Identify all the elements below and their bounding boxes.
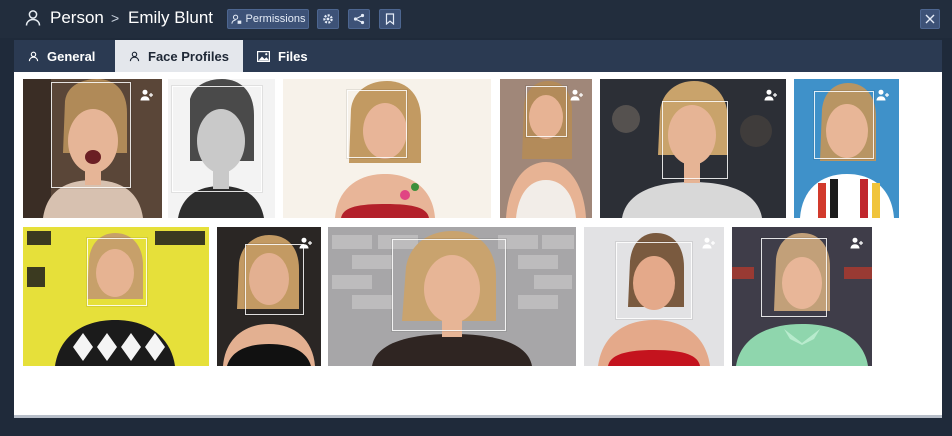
- tab-general[interactable]: General: [28, 40, 128, 72]
- share-button[interactable]: [348, 9, 370, 29]
- tab-files-label: Files: [278, 48, 308, 64]
- face-profile-user-icon[interactable]: [764, 89, 778, 101]
- bookmark-button[interactable]: [379, 9, 401, 29]
- face-profile-user-icon[interactable]: [850, 237, 864, 249]
- face-profile-card[interactable]: [23, 227, 209, 366]
- tab-face-profiles-label: Face Profiles: [148, 48, 229, 64]
- face-profile-user-icon[interactable]: [570, 89, 584, 101]
- face-bounding-box: [616, 242, 692, 319]
- person-icon: [28, 51, 39, 61]
- face-profile-card[interactable]: [168, 79, 275, 218]
- image-icon: [257, 50, 270, 62]
- bookmark-icon: [385, 13, 395, 25]
- face-bounding-box: [392, 239, 506, 331]
- face-bounding-box: [172, 86, 262, 192]
- gear-icon: [323, 14, 333, 24]
- permissions-button[interactable]: Permissions: [227, 9, 309, 29]
- face-profile-card[interactable]: [217, 227, 321, 366]
- face-profile-user-icon[interactable]: [876, 89, 890, 101]
- tab-face-profiles[interactable]: Face Profiles: [115, 40, 243, 72]
- face-profile-card[interactable]: [732, 227, 872, 366]
- face-profile-card[interactable]: [328, 227, 576, 366]
- face-bounding-box: [51, 82, 131, 188]
- face-profile-user-icon[interactable]: [299, 237, 313, 249]
- person-name-title: Emily Blunt: [128, 8, 214, 27]
- face-bounding-box: [662, 101, 728, 179]
- breadcrumb-person[interactable]: Person: [50, 8, 104, 28]
- tab-strip: General Face Profiles Files: [14, 40, 942, 72]
- face-profile-card[interactable]: [584, 227, 724, 366]
- face-profile-card[interactable]: [23, 79, 162, 218]
- share-icon: [353, 13, 365, 25]
- face-profiles-gallery: [14, 72, 942, 418]
- tab-general-label: General: [47, 48, 96, 64]
- person-icon: [129, 51, 140, 61]
- close-icon: [925, 14, 935, 24]
- face-profile-user-icon[interactable]: [140, 89, 154, 101]
- face-profile-card[interactable]: [500, 79, 592, 218]
- face-profile-user-icon[interactable]: [702, 237, 716, 249]
- face-bounding-box: [245, 244, 304, 315]
- breadcrumb-separator: >: [111, 10, 120, 26]
- face-profile-card[interactable]: [794, 79, 899, 218]
- close-button[interactable]: [920, 9, 940, 29]
- title-bar: Person > Emily Blunt Permissions: [0, 0, 952, 38]
- permissions-label: Permissions: [245, 13, 306, 25]
- face-bounding-box: [87, 238, 147, 306]
- person-icon: [25, 10, 41, 26]
- face-bounding-box: [347, 90, 407, 158]
- user-lock-icon: [230, 14, 241, 24]
- tab-files[interactable]: Files: [257, 40, 337, 72]
- face-profile-card[interactable]: [283, 79, 491, 218]
- face-profile-card[interactable]: [600, 79, 786, 218]
- face-bounding-box: [761, 238, 827, 317]
- face-bounding-box: [526, 86, 567, 137]
- settings-button[interactable]: [317, 9, 339, 29]
- face-bounding-box: [814, 91, 874, 159]
